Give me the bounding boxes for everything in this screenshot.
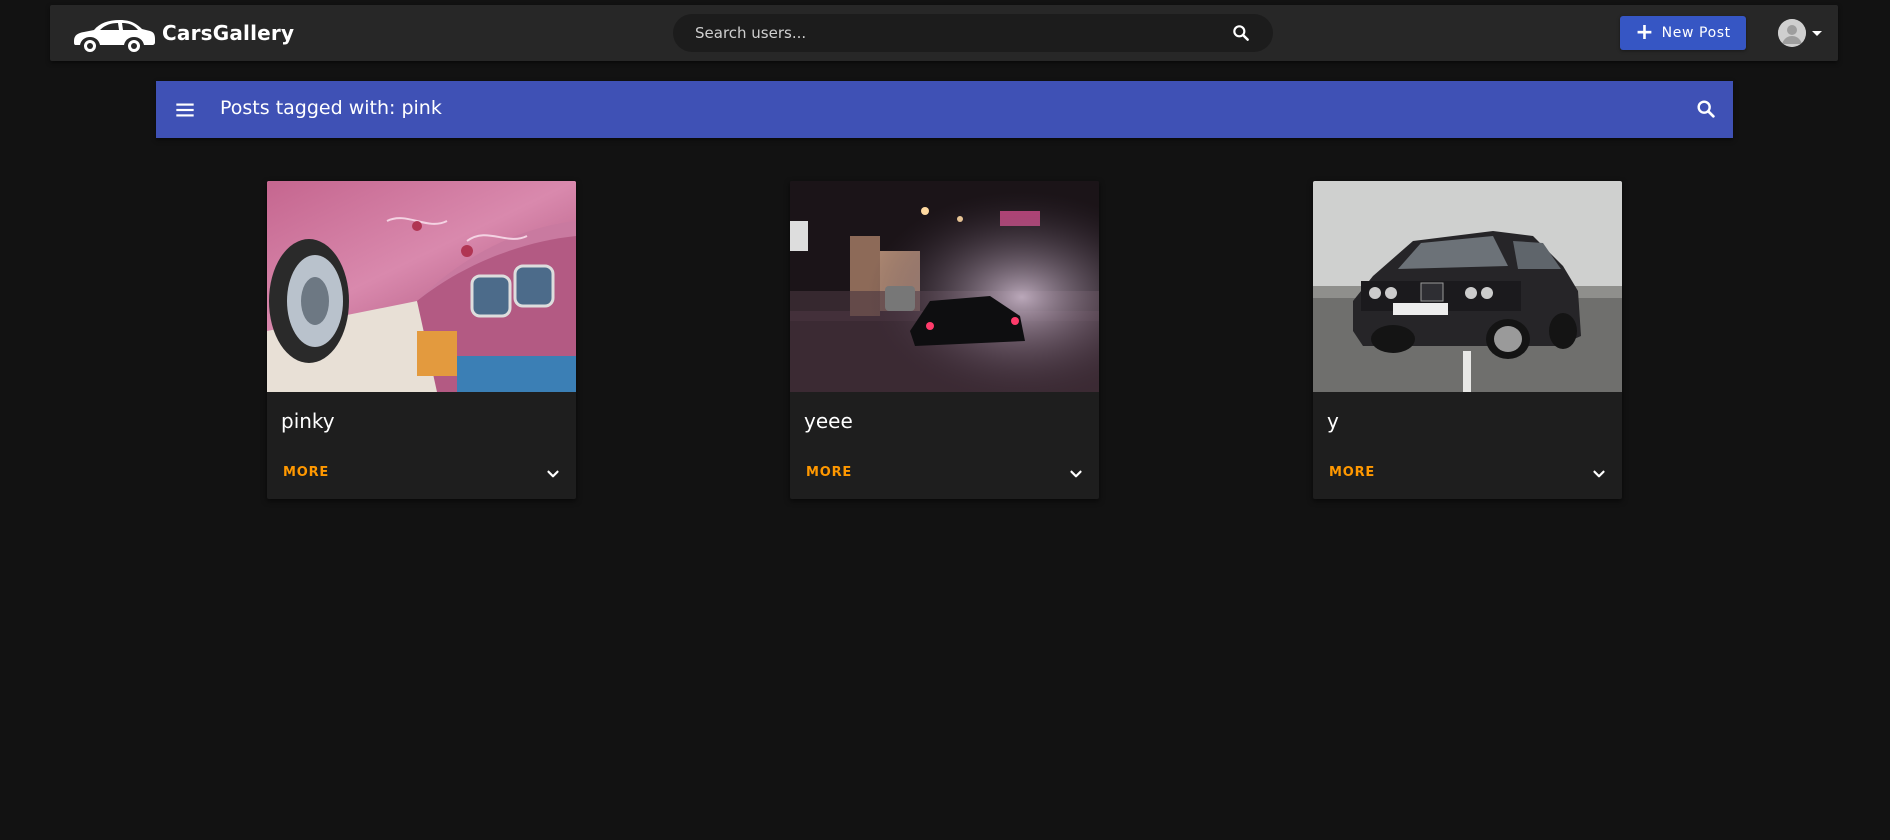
user-avatar-icon bbox=[1778, 19, 1806, 47]
plus-icon: + bbox=[1635, 20, 1654, 45]
chevron-down-icon[interactable] bbox=[1590, 465, 1608, 483]
post-image[interactable] bbox=[1313, 181, 1622, 392]
more-button[interactable]: MORE bbox=[806, 465, 852, 480]
page-title: Posts tagged with: pink bbox=[220, 97, 442, 119]
tag-toolbar: Posts tagged with: pink bbox=[156, 81, 1733, 138]
brand-logo[interactable]: CarsGallery bbox=[70, 11, 294, 55]
new-post-label: New Post bbox=[1661, 25, 1731, 41]
top-app-bar: CarsGallery + New Post bbox=[50, 5, 1838, 61]
post-card: pinky MORE bbox=[267, 181, 576, 499]
search-icon[interactable] bbox=[1695, 98, 1717, 120]
more-button[interactable]: MORE bbox=[1329, 465, 1375, 480]
menu-icon[interactable] bbox=[172, 97, 198, 123]
brand-name: CarsGallery bbox=[162, 21, 295, 45]
user-menu[interactable] bbox=[1778, 19, 1822, 47]
post-title: y bbox=[1327, 409, 1339, 433]
post-image[interactable] bbox=[267, 181, 576, 392]
post-card: yeee MORE bbox=[790, 181, 1099, 499]
post-card: y MORE bbox=[1313, 181, 1622, 499]
more-button[interactable]: MORE bbox=[283, 465, 329, 480]
search-input[interactable] bbox=[673, 14, 1203, 52]
chevron-down-icon[interactable] bbox=[544, 465, 562, 483]
post-title: pinky bbox=[281, 409, 335, 433]
post-title: yeee bbox=[804, 409, 853, 433]
post-image[interactable] bbox=[790, 181, 1099, 392]
chevron-down-icon[interactable] bbox=[1067, 465, 1085, 483]
car-logo-icon bbox=[74, 20, 155, 54]
new-post-button[interactable]: + New Post bbox=[1620, 16, 1746, 50]
caret-down-icon bbox=[1812, 30, 1822, 36]
search-icon[interactable] bbox=[1231, 23, 1251, 43]
search-bar bbox=[673, 14, 1273, 52]
